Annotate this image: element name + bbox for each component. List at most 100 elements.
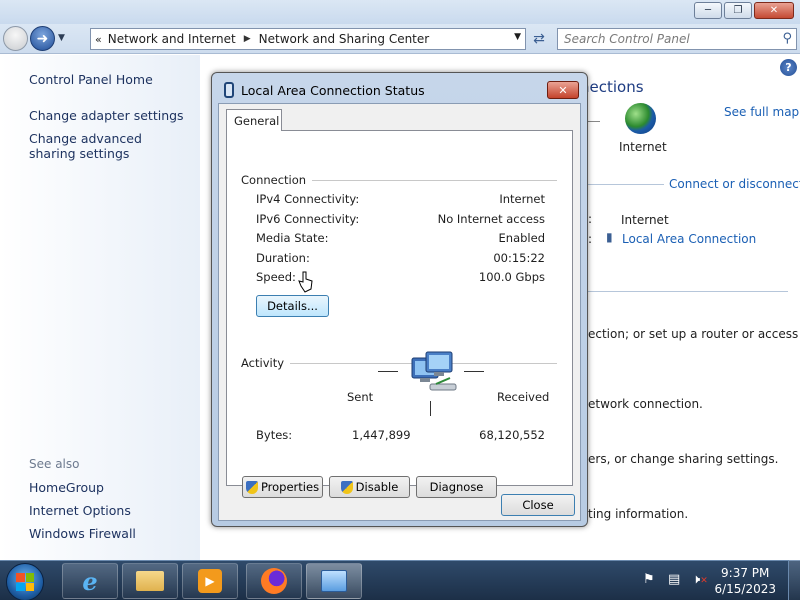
taskbar-media-player[interactable]: ▶ bbox=[182, 563, 238, 599]
homegroup-link[interactable]: HomeGroup bbox=[29, 480, 104, 495]
details-button[interactable]: Details... bbox=[256, 295, 329, 317]
close-window-button[interactable]: ✕ bbox=[754, 2, 794, 19]
internet-globe-icon[interactable] bbox=[625, 103, 656, 134]
taskbar-internet-explorer[interactable]: e bbox=[62, 563, 118, 599]
mouse-pointer-icon bbox=[298, 271, 313, 293]
ipv6-connectivity-label: IPv6 Connectivity: bbox=[256, 212, 360, 226]
uac-shield-icon bbox=[340, 480, 353, 494]
clock-date: 6/15/2023 bbox=[714, 582, 776, 596]
address-bar[interactable]: « Network and Internet ▶ Network and Sha… bbox=[90, 28, 526, 50]
window-titlebar: ─ ❐ ✕ bbox=[0, 0, 800, 24]
internet-options-link[interactable]: Internet Options bbox=[29, 503, 131, 518]
windows-logo-icon bbox=[16, 573, 34, 591]
forward-button[interactable]: ➜ bbox=[30, 26, 55, 51]
change-adapter-settings-link[interactable]: Change adapter settings bbox=[29, 108, 184, 123]
show-desktop-button[interactable] bbox=[788, 560, 800, 600]
minimize-button[interactable]: ─ bbox=[694, 2, 722, 19]
task-description-3: ers, or change sharing settings. bbox=[588, 452, 779, 466]
control-panel-home-link[interactable]: Control Panel Home bbox=[29, 72, 153, 87]
restore-icon: ❐ bbox=[733, 5, 743, 16]
recent-pages-dropdown[interactable]: ▼ bbox=[58, 33, 65, 43]
tab-general[interactable]: General bbox=[226, 109, 282, 131]
close-icon: ✕ bbox=[558, 83, 568, 97]
connect-or-disconnect-link[interactable]: Connect or disconnect bbox=[669, 177, 800, 191]
local-area-connection-status-dialog: Local Area Connection Status ✕ General C… bbox=[211, 72, 588, 527]
clock-time: 9:37 PM bbox=[721, 566, 770, 580]
action-center-flag-icon[interactable]: ⚑ bbox=[643, 572, 655, 587]
navigation-bar: ➜ ▼ « Network and Internet ▶ Network and… bbox=[0, 24, 800, 54]
media-state-value: Enabled bbox=[498, 231, 545, 245]
change-advanced-sharing-link[interactable]: Change advanced sharing settings bbox=[29, 131, 189, 161]
breadcrumb-network-and-internet[interactable]: Network and Internet bbox=[108, 32, 236, 46]
search-icon[interactable]: ⚲ bbox=[782, 31, 792, 46]
taskbar-firefox[interactable] bbox=[246, 563, 302, 599]
search-input[interactable]: Search Control Panel ⚲ bbox=[557, 28, 797, 50]
folder-icon bbox=[136, 571, 164, 591]
access-type-value: Internet bbox=[621, 213, 669, 227]
network-computers-icon bbox=[411, 351, 457, 391]
dialog-title: Local Area Connection Status bbox=[241, 83, 425, 98]
see-also-label: See also bbox=[29, 457, 80, 471]
control-panel-icon bbox=[321, 570, 347, 592]
disable-button-label: Disable bbox=[355, 480, 399, 494]
ipv6-connectivity-value: No Internet access bbox=[437, 212, 545, 226]
help-icon[interactable]: ? bbox=[780, 59, 797, 76]
refresh-icon: ⇄ bbox=[533, 31, 545, 47]
windows-firewall-link[interactable]: Windows Firewall bbox=[29, 526, 136, 541]
network-tray-icon[interactable]: ▤ bbox=[668, 572, 680, 587]
volume-muted-icon[interactable]: 🕨✕ bbox=[692, 572, 708, 587]
diagnose-button[interactable]: Diagnose bbox=[416, 476, 497, 498]
received-dash bbox=[464, 371, 484, 372]
internet-label: Internet bbox=[619, 140, 667, 154]
uac-shield-icon bbox=[245, 480, 258, 494]
duration-value: 00:15:22 bbox=[493, 251, 545, 265]
dialog-body: General Connection IPv4 Connectivity: In… bbox=[218, 103, 581, 521]
media-player-icon: ▶ bbox=[198, 569, 222, 593]
speed-value: 100.0 Gbps bbox=[478, 270, 545, 284]
close-icon: ✕ bbox=[769, 5, 779, 16]
connections-colon: : bbox=[588, 232, 593, 246]
section-divider-2 bbox=[588, 291, 788, 292]
received-label: Received bbox=[497, 390, 550, 404]
arrow-right-icon: ➜ bbox=[36, 30, 49, 47]
task-description-2: etwork connection. bbox=[588, 397, 703, 411]
firefox-icon bbox=[261, 568, 287, 594]
activity-separator bbox=[430, 401, 431, 416]
taskbar-control-panel[interactable] bbox=[306, 563, 362, 599]
ipv4-connectivity-value: Internet bbox=[499, 192, 545, 206]
refresh-button[interactable]: ⇄ bbox=[528, 28, 550, 50]
properties-button[interactable]: Properties bbox=[242, 476, 323, 498]
map-connector-line bbox=[588, 121, 600, 122]
double-chevron-icon[interactable]: « bbox=[95, 33, 102, 46]
access-type-colon: : bbox=[588, 212, 593, 226]
activity-group-label: Activity bbox=[241, 356, 291, 370]
dialog-close-button[interactable]: ✕ bbox=[547, 81, 579, 99]
local-area-connection-link[interactable]: Local Area Connection bbox=[622, 232, 756, 246]
connection-group-label: Connection bbox=[241, 173, 313, 187]
maximize-button[interactable]: ❐ bbox=[724, 2, 752, 19]
page-heading-fragment: nections bbox=[580, 78, 644, 96]
ipv4-connectivity-label: IPv4 Connectivity: bbox=[256, 192, 360, 206]
see-full-map-link[interactable]: See full map bbox=[724, 105, 799, 119]
duration-label: Duration: bbox=[256, 251, 310, 265]
system-clock[interactable]: 9:37 PM 6/15/2023 bbox=[714, 565, 776, 597]
breadcrumb-network-sharing-center[interactable]: Network and Sharing Center bbox=[259, 32, 430, 46]
speed-label: Speed: bbox=[256, 270, 296, 284]
network-adapter-icon bbox=[224, 82, 234, 98]
back-button[interactable] bbox=[3, 26, 28, 51]
address-dropdown-icon[interactable]: ▼ bbox=[514, 32, 521, 42]
section-divider bbox=[588, 184, 664, 185]
task-description-1: ection; or set up a router or access bbox=[588, 327, 799, 341]
bytes-label: Bytes: bbox=[256, 428, 293, 442]
breadcrumb-separator-icon[interactable]: ▶ bbox=[244, 34, 251, 44]
search-placeholder: Search Control Panel bbox=[564, 32, 690, 46]
sent-label: Sent bbox=[347, 390, 374, 404]
media-state-label: Media State: bbox=[256, 231, 329, 245]
bytes-received-value: 68,120,552 bbox=[479, 428, 545, 442]
taskbar-file-explorer[interactable] bbox=[122, 563, 178, 599]
start-button[interactable] bbox=[6, 563, 44, 600]
bytes-sent-value: 1,447,899 bbox=[352, 428, 411, 442]
general-tab-panel: Connection IPv4 Connectivity: Internet I… bbox=[226, 130, 573, 486]
close-button[interactable]: Close bbox=[501, 494, 575, 516]
disable-button[interactable]: Disable bbox=[329, 476, 410, 498]
